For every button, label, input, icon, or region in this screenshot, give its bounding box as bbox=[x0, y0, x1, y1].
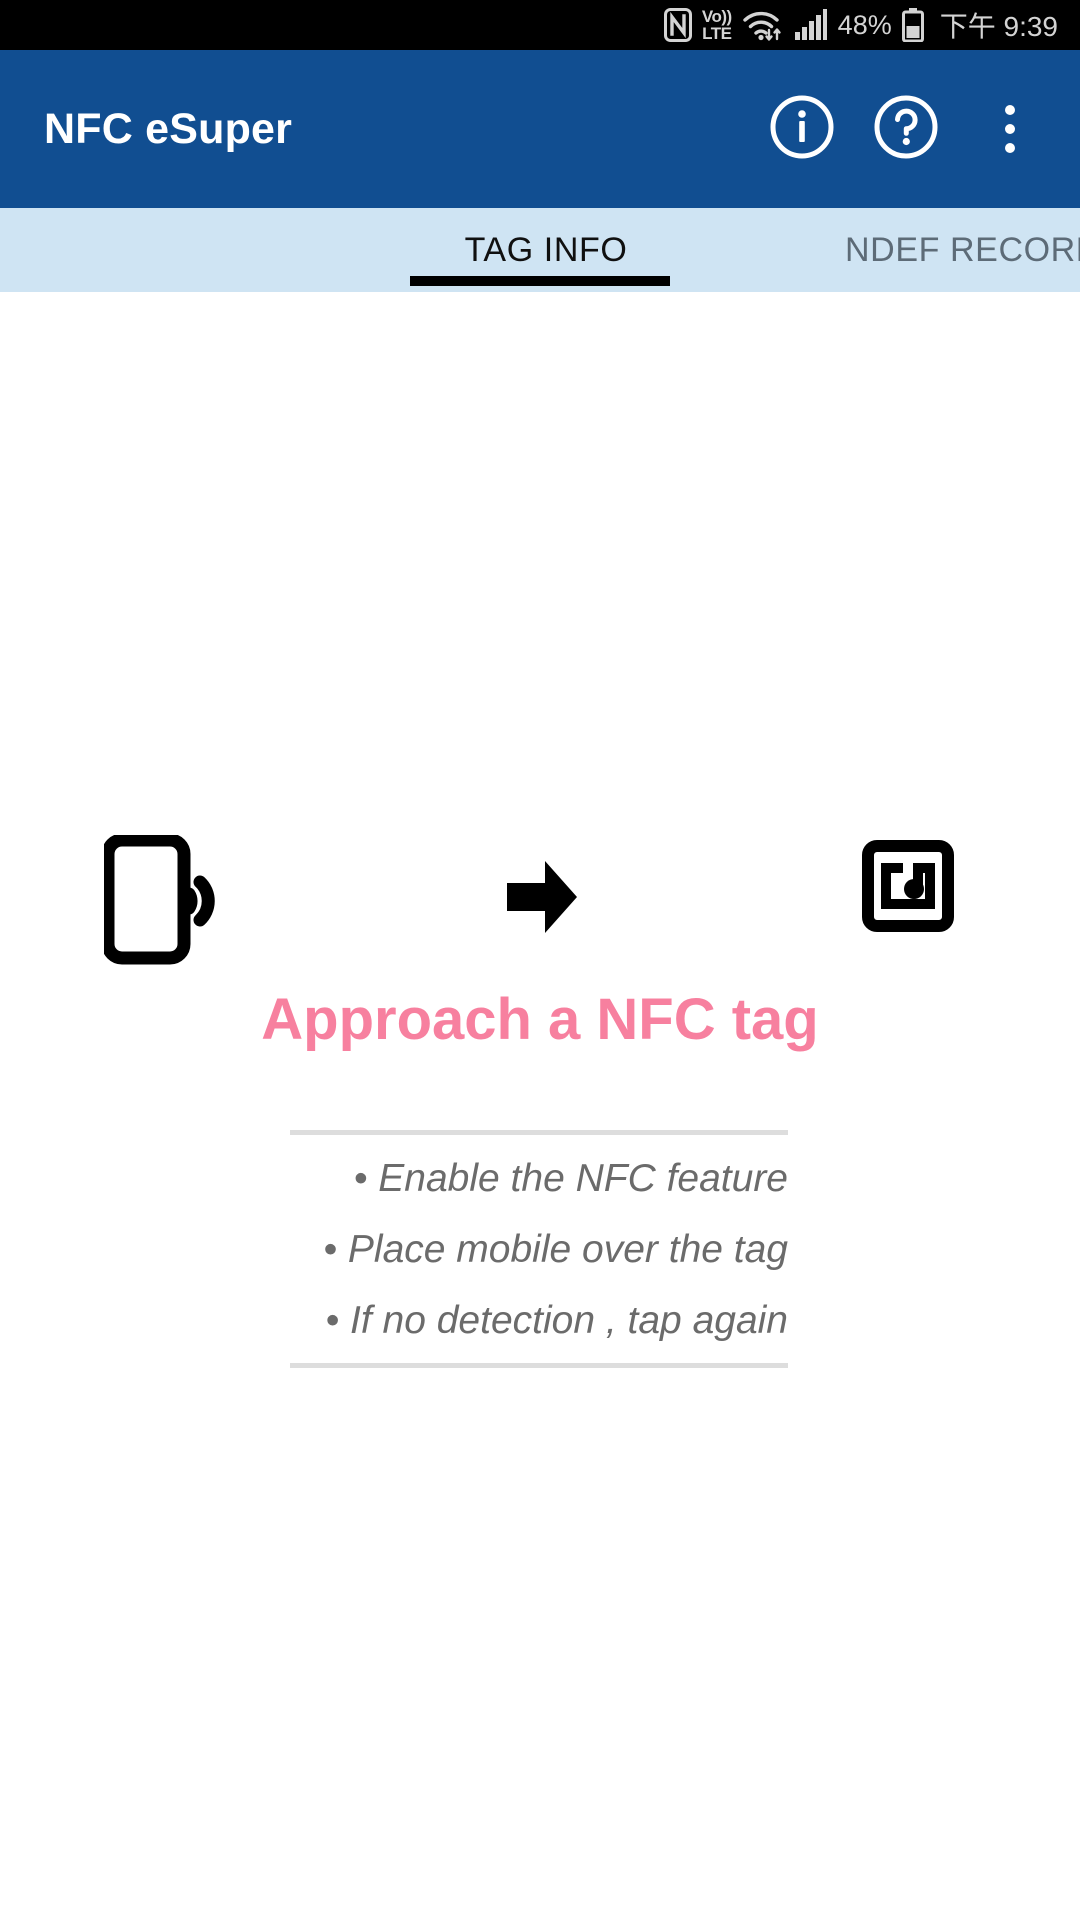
phone-nfc-icon bbox=[101, 833, 224, 970]
more-vertical-icon bbox=[1005, 105, 1015, 153]
question-circle-icon bbox=[873, 94, 939, 165]
app-screen: Vo)) LTE 48% 下午 9:39 NFC eSuper TAG INFO… bbox=[0, 0, 1080, 1920]
hints-divider-bottom bbox=[290, 1363, 788, 1368]
status-bar-icons: Vo)) LTE 48% 下午 9:39 bbox=[663, 5, 1058, 45]
app-bar: NFC eSuper bbox=[0, 50, 1080, 208]
hints-list: • Enable the NFC feature • Place mobile … bbox=[290, 1135, 788, 1363]
info-button[interactable] bbox=[750, 77, 854, 181]
page-title: NFC eSuper bbox=[44, 104, 293, 153]
tab-label: TAG INFO bbox=[464, 230, 628, 269]
nfc-illustration bbox=[0, 833, 1080, 965]
wifi-icon bbox=[742, 8, 784, 42]
battery-percent-label: 48% bbox=[837, 9, 892, 40]
info-circle-icon bbox=[769, 94, 835, 165]
nfc-tag-icon bbox=[862, 840, 954, 937]
status-bar-clock: 下午 9:39 bbox=[939, 11, 1058, 42]
app-bar-actions bbox=[750, 77, 1080, 181]
nfc-icon bbox=[663, 8, 692, 42]
list-item: • Enable the NFC feature bbox=[353, 1157, 788, 1200]
main-content: Approach a NFC tag • Enable the NFC feat… bbox=[0, 292, 1080, 1920]
tab-active-indicator bbox=[410, 276, 670, 286]
cellular-signal-icon bbox=[794, 9, 828, 41]
status-bar: Vo)) LTE 48% 下午 9:39 bbox=[0, 0, 1080, 50]
battery-icon bbox=[901, 8, 924, 42]
overflow-menu-button[interactable] bbox=[958, 77, 1062, 181]
list-item: • Place mobile over the tag bbox=[323, 1228, 788, 1271]
headline-text: Approach a NFC tag bbox=[261, 987, 819, 1052]
tab-ndef-record[interactable]: NDEF RECORD bbox=[758, 208, 1080, 292]
help-button[interactable] bbox=[854, 77, 958, 181]
volte-icon: Vo)) LTE bbox=[701, 7, 732, 43]
arrow-right-icon bbox=[507, 859, 577, 940]
hints-panel: • Enable the NFC feature • Place mobile … bbox=[290, 1130, 788, 1368]
list-item: • If no detection , tap again bbox=[325, 1299, 788, 1342]
tab-label: NDEF RECORD bbox=[845, 230, 1080, 269]
